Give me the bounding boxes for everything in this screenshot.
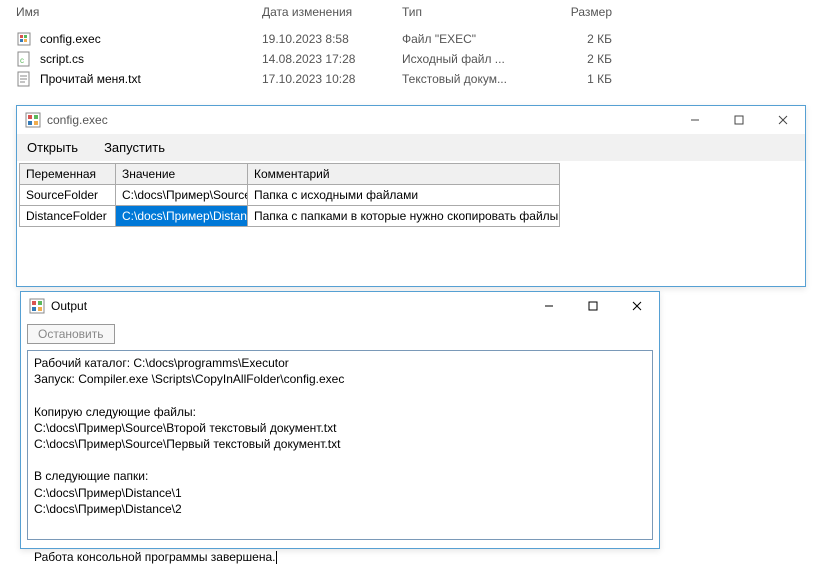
grid-row[interactable]: SourceFolder C:\docs\Пример\Source Папка… [19, 185, 803, 206]
file-date: 14.08.2023 17:28 [262, 52, 402, 66]
svg-text:c: c [20, 56, 24, 65]
menu-open[interactable]: Открыть [27, 140, 78, 155]
grid-cell-value[interactable]: C:\docs\Пример\Distance [115, 206, 247, 227]
stop-button[interactable]: Остановить [27, 324, 115, 344]
file-row[interactable]: c script.cs 14.08.2023 17:28 Исходный фа… [12, 49, 672, 69]
output-toolbar: Остановить [21, 320, 659, 348]
file-list-header: Имя Дата изменения Тип Размер [12, 2, 672, 29]
minimize-button[interactable] [527, 292, 571, 320]
txt-file-icon [16, 71, 32, 87]
app-icon [25, 112, 41, 128]
grid-col-comment[interactable]: Комментарий [247, 163, 560, 185]
file-name: Прочитай меня.txt [40, 72, 141, 86]
grid-cell-comment: Папка с папками в которые нужно скопиров… [247, 206, 560, 227]
output-textbox[interactable]: Рабочий каталог: C:\docs\programms\Execu… [27, 350, 653, 540]
config-grid: Переменная Значение Комментарий SourceFo… [19, 163, 803, 227]
file-type: Файл "EXEC" [402, 32, 542, 46]
file-date: 17.10.2023 10:28 [262, 72, 402, 86]
minimize-button[interactable] [673, 106, 717, 134]
maximize-button[interactable] [571, 292, 615, 320]
cs-file-icon: c [16, 51, 32, 67]
file-type: Исходный файл ... [402, 52, 542, 66]
file-name: config.exec [40, 32, 101, 46]
window-title: config.exec [47, 113, 673, 127]
text-cursor [276, 551, 277, 564]
file-type: Текстовый докум... [402, 72, 542, 86]
grid-cell-variable: SourceFolder [19, 185, 115, 206]
config-window: config.exec Открыть Запустить Переменная… [16, 105, 806, 287]
grid-cell-variable: DistanceFolder [19, 206, 115, 227]
maximize-button[interactable] [717, 106, 761, 134]
menubar: Открыть Запустить [17, 134, 805, 161]
file-size: 2 КБ [542, 32, 622, 46]
exec-file-icon [16, 31, 32, 47]
file-name: script.cs [40, 52, 84, 66]
menu-run[interactable]: Запустить [104, 140, 165, 155]
grid-col-variable[interactable]: Переменная [19, 163, 115, 185]
output-window: Output Остановить Рабочий каталог: C:\do… [20, 291, 660, 549]
grid-header: Переменная Значение Комментарий [19, 163, 803, 185]
grid-cell-value[interactable]: C:\docs\Пример\Source [115, 185, 247, 206]
file-row[interactable]: Прочитай меня.txt 17.10.2023 10:28 Текст… [12, 69, 672, 89]
titlebar[interactable]: config.exec [17, 106, 805, 134]
window-title: Output [51, 299, 527, 313]
grid-col-value[interactable]: Значение [115, 163, 247, 185]
col-header-size[interactable]: Размер [542, 5, 622, 19]
file-size: 2 КБ [542, 52, 622, 66]
col-header-name[interactable]: Имя [12, 5, 262, 19]
titlebar[interactable]: Output [21, 292, 659, 320]
close-button[interactable] [761, 106, 805, 134]
grid-row[interactable]: DistanceFolder C:\docs\Пример\Distance П… [19, 206, 803, 227]
file-list: Имя Дата изменения Тип Размер config.exe… [12, 2, 672, 89]
file-date: 19.10.2023 8:58 [262, 32, 402, 46]
app-icon [29, 298, 45, 314]
file-size: 1 КБ [542, 72, 622, 86]
close-button[interactable] [615, 292, 659, 320]
file-row[interactable]: config.exec 19.10.2023 8:58 Файл "EXEC" … [12, 29, 672, 49]
col-header-date[interactable]: Дата изменения [262, 5, 402, 19]
col-header-type[interactable]: Тип [402, 5, 542, 19]
grid-cell-comment: Папка с исходными файлами [247, 185, 560, 206]
